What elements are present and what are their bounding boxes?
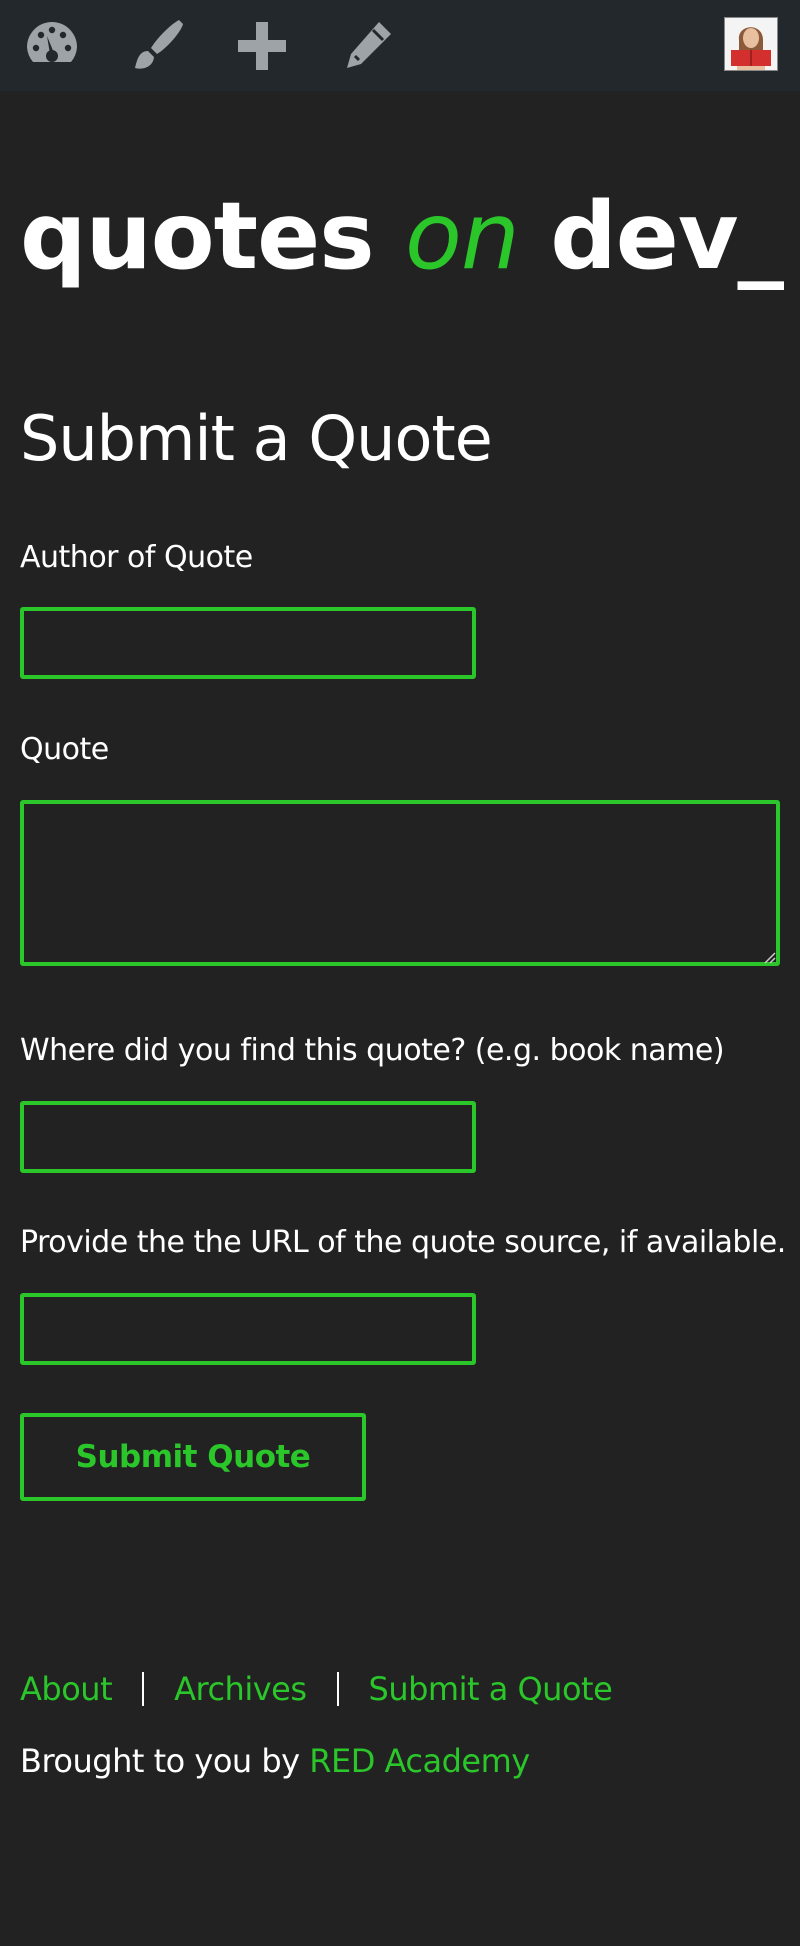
author-label: Author of Quote [20,540,253,575]
admin-bar [0,0,800,91]
avatar[interactable] [724,17,778,71]
quote-label: Quote [20,732,109,767]
footer-link-archives[interactable]: Archives [174,1670,307,1708]
site-title-on: on [404,182,520,290]
new-plus-icon[interactable] [232,16,292,76]
credit-link[interactable]: RED Academy [309,1742,530,1780]
user-avatar-image [725,18,777,70]
source-label: Where did you find this quote? (e.g. boo… [20,1033,725,1068]
footer-nav: About Archives Submit a Quote [20,1670,613,1708]
edit-pencil-icon[interactable] [337,16,397,76]
site-title-dev: dev_ [550,182,784,290]
footer-link-submit[interactable]: Submit a Quote [369,1670,613,1708]
footer-divider [142,1672,145,1706]
url-input[interactable] [20,1293,476,1365]
footer-credit: Brought to you by RED Academy [20,1745,530,1777]
page-title: Submit a Quote [20,402,493,475]
site-title-quotes: quotes [20,182,375,290]
credit-prefix: Brought to you by [20,1742,300,1780]
resize-grip-icon[interactable] [762,950,776,964]
site-title[interactable]: quotes on dev_ [20,190,784,283]
customize-brush-icon[interactable] [127,16,187,76]
url-label: Provide the the URL of the quote source,… [20,1225,786,1260]
footer-divider [336,1672,339,1706]
submit-quote-button[interactable]: Submit Quote [20,1413,366,1501]
footer-link-about[interactable]: About [20,1670,113,1708]
author-input[interactable] [20,607,476,679]
source-input[interactable] [20,1101,476,1173]
dashboard-icon[interactable] [22,16,82,76]
quote-textarea[interactable] [20,800,780,966]
